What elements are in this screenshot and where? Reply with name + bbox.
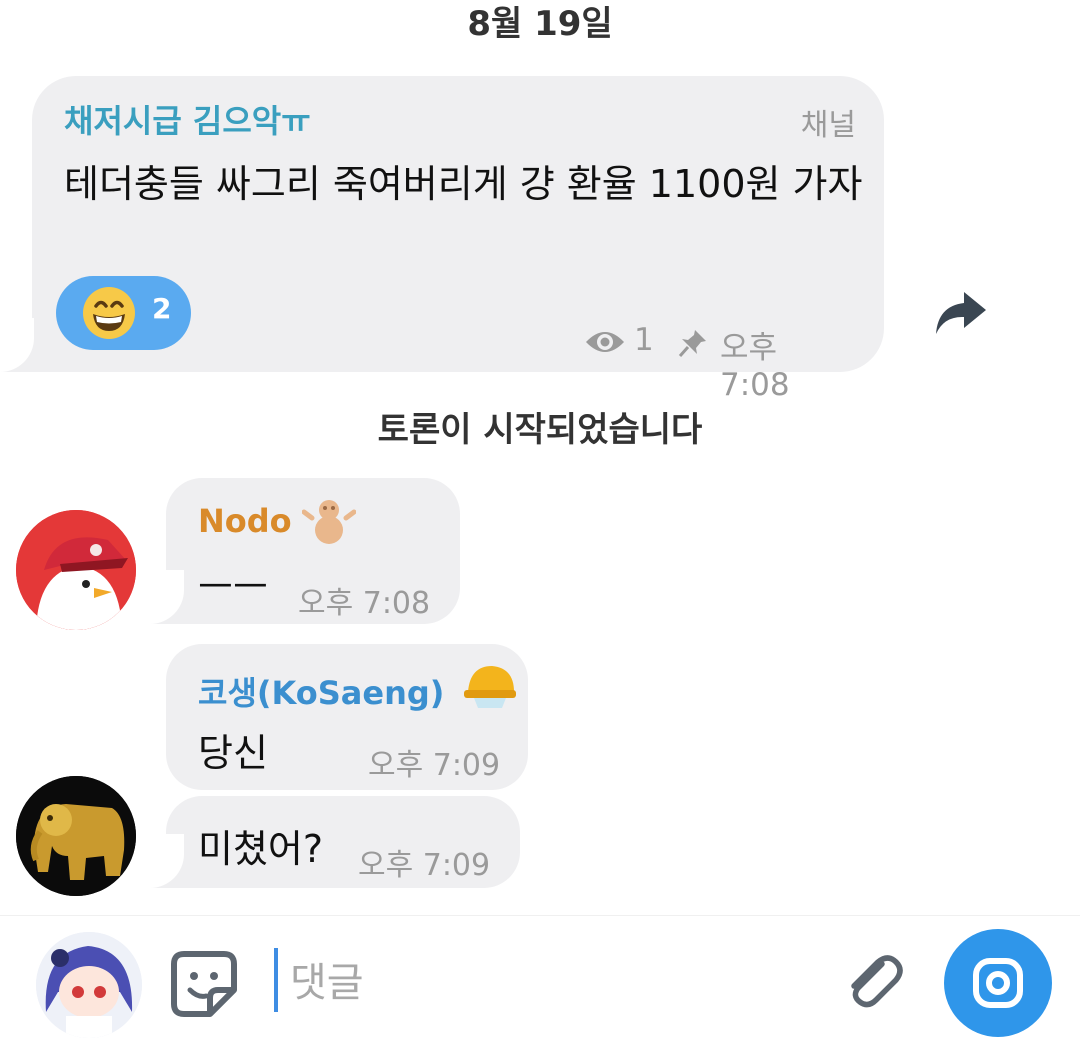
message-time: 오후 7:08: [298, 586, 431, 621]
message-author[interactable]: 코생(KoSaeng): [198, 668, 444, 714]
message-text: 당신: [198, 731, 268, 775]
composer-bar: [0, 915, 1080, 1033]
view-count: 1: [634, 322, 654, 358]
comment-input[interactable]: 댓글: [290, 950, 364, 1008]
camera-icon: [973, 958, 1023, 1008]
channel-label: 채널: [800, 108, 856, 143]
message-time: 오후 7:09: [358, 848, 491, 883]
eye-icon: [586, 332, 624, 352]
reaction-count: 2: [152, 292, 172, 325]
message-author[interactable]: Nodo: [198, 502, 292, 540]
post-time: 오후 7:08: [720, 330, 790, 403]
text-cursor: [274, 948, 278, 1012]
bubble-tail: [0, 318, 34, 372]
avatar-nodo[interactable]: [16, 510, 136, 630]
bubble-tail: [142, 570, 184, 624]
bubble-tail: [142, 834, 184, 888]
anime-avatar-icon: [36, 932, 142, 1038]
sticker-icon[interactable]: [170, 950, 238, 1018]
camera-button[interactable]: [944, 929, 1052, 1037]
grinning-face-emoji-icon: [83, 287, 135, 339]
channel-post-author[interactable]: 채저시급 김으악ㅠ: [64, 96, 311, 142]
penguin-avatar-icon: [16, 510, 136, 630]
pin-icon: [678, 330, 706, 357]
share-forward-icon[interactable]: [930, 286, 990, 340]
my-avatar[interactable]: [36, 932, 142, 1038]
message-text: ㅡㅡ: [198, 565, 268, 609]
snowman-badge-icon: [302, 500, 356, 544]
channel-post-text: 테더충들 싸그리 죽여버리게 걍 환율 1100원 가자: [64, 162, 863, 206]
reaction-chip[interactable]: 2: [56, 276, 191, 350]
paperclip-icon[interactable]: [842, 950, 906, 1014]
golden-elephant-avatar-icon: [16, 776, 136, 896]
message-time: 오후 7:09: [368, 748, 501, 783]
avatar-golden-elephant[interactable]: [16, 776, 136, 896]
hard-hat-badge-icon: [464, 666, 516, 708]
date-header: 8월 19일: [467, 4, 613, 44]
message-text: 미쳤어?: [198, 827, 324, 871]
system-message: 토론이 시작되었습니다: [377, 410, 703, 450]
